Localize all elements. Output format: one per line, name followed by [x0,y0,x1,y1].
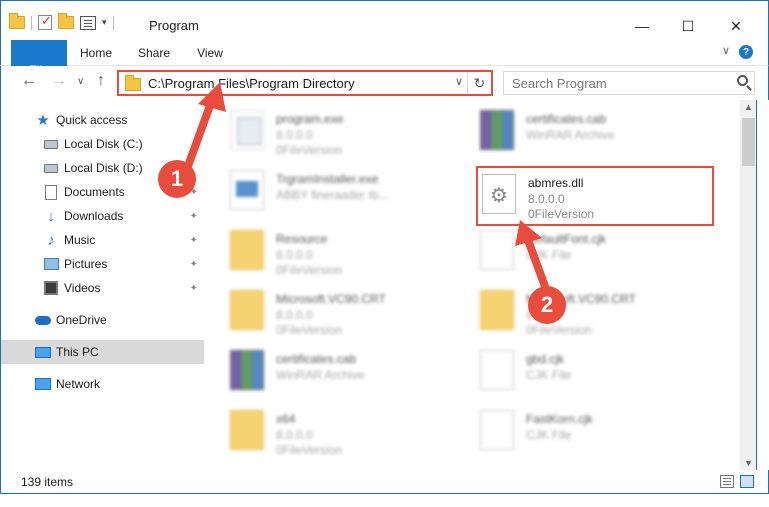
arrow-1 [184,82,226,170]
step-1-badge: 1 [158,160,196,198]
step-2-badge: 2 [528,286,566,324]
arrow-2 [515,220,551,296]
annotation-arrows [184,82,551,296]
